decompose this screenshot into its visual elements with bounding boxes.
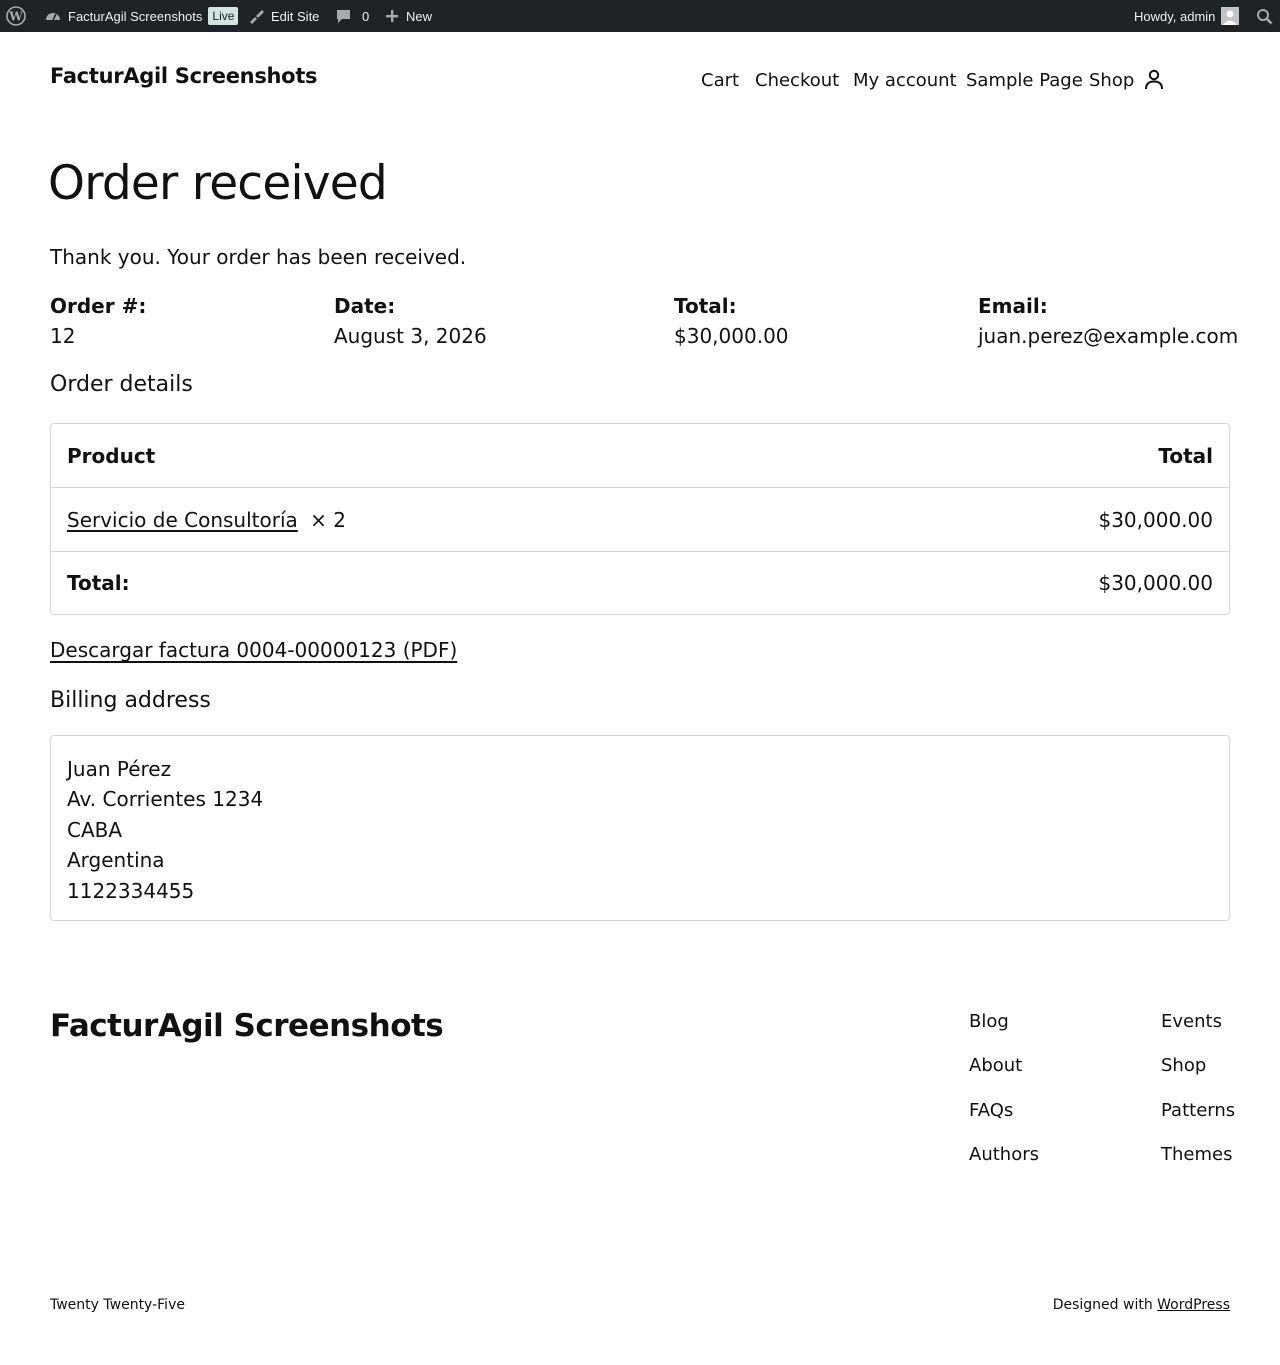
table-header-row: Product Total: [51, 424, 1229, 487]
nav-sample-page[interactable]: Sample Page: [966, 70, 1083, 91]
col-product-header: Product: [67, 443, 156, 468]
new-label: New: [406, 8, 433, 24]
billing-address-heading: Billing address: [50, 688, 211, 713]
order-number: Order #: 12: [50, 294, 146, 348]
admin-bar: W FacturAgil Screenshots Live Edit Site …: [0, 0, 1280, 32]
order-email-value: juan.perez@example.com: [978, 324, 1239, 348]
footer-link-authors[interactable]: Authors: [969, 1144, 1039, 1165]
product-quantity: × 2: [310, 507, 346, 532]
order-date-label: Date:: [334, 294, 396, 318]
wordpress-logo-icon: W: [6, 6, 26, 26]
live-badge: Live: [208, 7, 239, 25]
footer-link-blog[interactable]: Blog: [969, 1011, 1009, 1032]
credits: Designed with WordPress: [1053, 1297, 1230, 1313]
dashboard-icon: [44, 7, 62, 25]
footer-link-faqs[interactable]: FAQs: [969, 1100, 1013, 1121]
footer-link-patterns[interactable]: Patterns: [1161, 1100, 1235, 1121]
edit-site-label: Edit Site: [271, 8, 320, 24]
admin-site-name: FacturAgil Screenshots: [68, 8, 203, 24]
designed-with-text: Designed with: [1052, 1297, 1153, 1313]
edit-site-button[interactable]: Edit Site: [247, 0, 319, 32]
product-cell: Servicio de Consultoría × 2: [67, 508, 346, 532]
footer-link-themes[interactable]: Themes: [1161, 1144, 1232, 1165]
order-date: Date: August 3, 2026: [334, 294, 487, 348]
product-total: $30,000.00: [1098, 507, 1213, 532]
table-total-row: Total: $30,000.00: [51, 551, 1229, 614]
order-number-label: Order #:: [50, 294, 147, 318]
billing-phone: 1122334455: [67, 878, 195, 903]
footer-site-title[interactable]: FacturAgil Screenshots: [50, 1008, 444, 1044]
comment-bubble-icon: [335, 8, 352, 25]
brush-icon: [247, 7, 265, 25]
download-invoice-link[interactable]: Descargar factura 0004-00000123 (PDF): [50, 638, 457, 662]
footer-link-about[interactable]: About: [969, 1055, 1022, 1076]
total-value: $30,000.00: [1098, 571, 1213, 595]
order-email-label: Email:: [978, 294, 1048, 318]
howdy-text: Howdy, admin: [1134, 8, 1216, 24]
footer-link-events[interactable]: Events: [1161, 1011, 1222, 1032]
site-title[interactable]: FacturAgil Screenshots: [50, 64, 318, 88]
order-details-heading: Order details: [50, 372, 193, 397]
theme-name: Twenty Twenty-Five: [50, 1297, 185, 1313]
table-row: Servicio de Consultoría × 2 $30,000.00: [51, 487, 1229, 551]
thank-you-message: Thank you. Your order has been received.: [50, 245, 467, 269]
order-total-value: $30,000.00: [674, 324, 789, 348]
nav-checkout[interactable]: Checkout: [755, 70, 839, 91]
nav-cart[interactable]: Cart: [701, 70, 739, 91]
order-email: Email: juan.perez@example.com: [978, 294, 1238, 348]
wordpress-logo-button[interactable]: W: [6, 0, 26, 32]
comments-button[interactable]: 0: [335, 0, 369, 32]
comments-count: 0: [362, 8, 370, 24]
billing-city: CABA: [67, 817, 123, 842]
plus-icon: [384, 8, 400, 24]
billing-street: Av. Corrientes 1234: [67, 787, 264, 812]
user-icon: [1143, 69, 1165, 96]
new-content-button[interactable]: New: [384, 0, 432, 32]
product-link[interactable]: Servicio de Consultoría: [67, 508, 298, 532]
nav-shop[interactable]: Shop: [1089, 70, 1134, 91]
order-total: Total: $30,000.00: [674, 294, 789, 348]
billing-address: Juan Pérez Av. Corrientes 1234 CABA Arge…: [50, 735, 1230, 921]
wordpress-link[interactable]: WordPress: [1157, 1297, 1230, 1313]
order-date-value: August 3, 2026: [334, 324, 487, 348]
footer-link-shop[interactable]: Shop: [1161, 1055, 1206, 1076]
account-button[interactable]: [1143, 68, 1165, 96]
billing-country: Argentina: [67, 848, 165, 873]
nav-my-account[interactable]: My account: [853, 70, 957, 91]
billing-name: Juan Pérez: [67, 757, 172, 781]
search-icon: [1256, 8, 1273, 25]
order-number-value: 12: [50, 324, 76, 348]
order-details-table: Product Total Servicio de Consultoría × …: [50, 423, 1230, 615]
admin-search-button[interactable]: [1256, 0, 1273, 32]
page-title: Order received: [48, 156, 388, 211]
svg-text:W: W: [8, 10, 23, 24]
account-menu[interactable]: Howdy, admin: [1134, 0, 1240, 32]
total-label: Total:: [67, 571, 130, 595]
col-total-header: Total: [1158, 443, 1213, 468]
order-total-label: Total:: [674, 294, 737, 318]
site-name-menu[interactable]: FacturAgil Screenshots Live: [44, 0, 239, 32]
avatar: [1221, 7, 1240, 25]
